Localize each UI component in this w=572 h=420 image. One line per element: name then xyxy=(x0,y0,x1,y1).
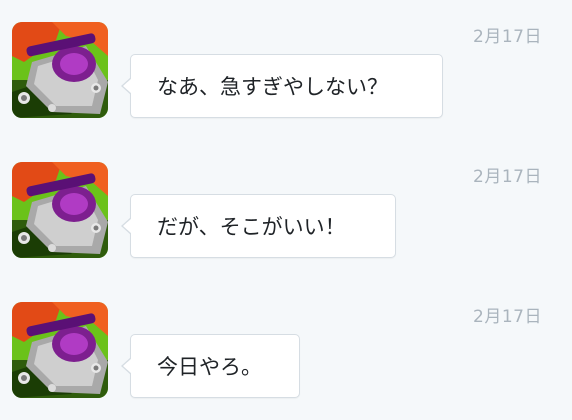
robot-avatar-icon[interactable] xyxy=(12,302,108,398)
message-bubble[interactable]: 今日やろ。 xyxy=(121,334,300,398)
robot-avatar-icon[interactable] xyxy=(12,162,108,258)
message-date: 2月17日 xyxy=(473,167,542,187)
message-date: 2月17日 xyxy=(473,27,542,47)
message-item: 2月17日 なあ、急すぎやしない？ xyxy=(0,20,572,140)
message-item: 2月17日 だが、そこがいい！ xyxy=(0,160,572,280)
robot-avatar-icon[interactable] xyxy=(12,22,108,118)
message-bubble[interactable]: だが、そこがいい！ xyxy=(121,194,396,258)
message-item: 2月17日 今日やろ。 xyxy=(0,300,572,420)
message-date: 2月17日 xyxy=(473,307,542,327)
message-bubble[interactable]: なあ、急すぎやしない？ xyxy=(121,54,443,118)
